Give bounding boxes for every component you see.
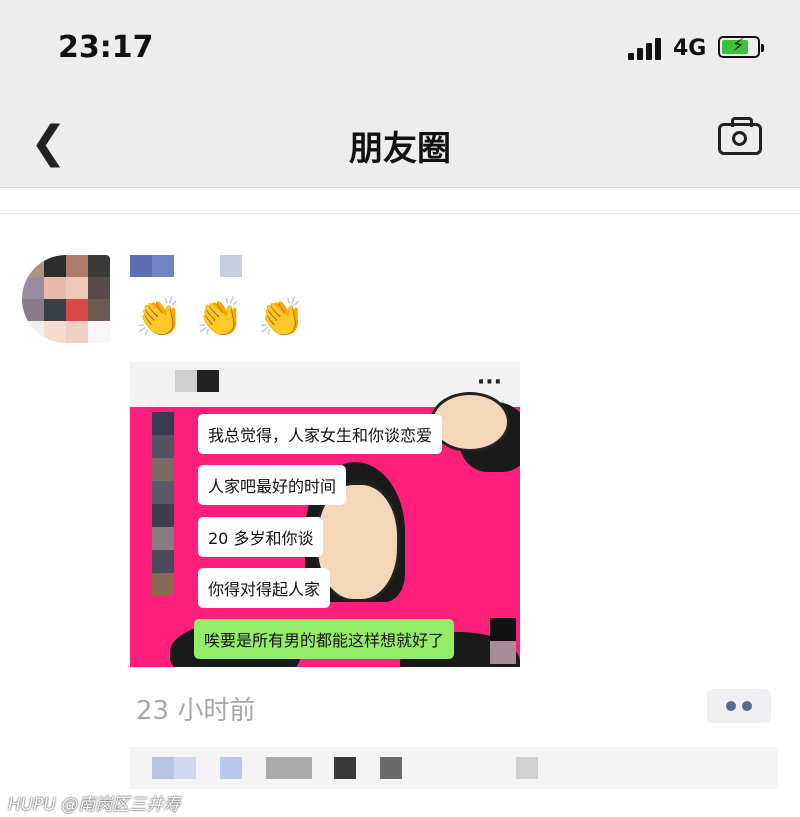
post-image[interactable]: ··· 我总觉得，人家女生和你谈恋爱 人家吧最好的时间 20 多岁和你谈 你得对…: [130, 362, 520, 667]
network-type: 4G: [673, 36, 707, 61]
camera-icon[interactable]: [718, 117, 762, 155]
avatar-blurred: [152, 574, 174, 596]
avatar-strip-blurred: [152, 412, 174, 597]
chat-bubble: 人家吧最好的时间: [198, 465, 347, 505]
status-bar: 23:17 4G ⚡: [0, 0, 800, 95]
status-time: 23:17: [58, 30, 154, 65]
chat-bubble: 我总觉得，人家女生和你谈恋爱: [198, 414, 443, 454]
more-icon: ···: [476, 370, 502, 395]
username-blurred[interactable]: [130, 255, 245, 277]
battery-icon: ⚡: [718, 35, 764, 58]
nav-bar: ❮ 朋友圈: [0, 95, 800, 188]
post-text: 👏👏👏: [135, 295, 319, 339]
signal-icon: [628, 38, 664, 60]
likes-list-blurred: [130, 747, 778, 789]
chat-bubble-self: 唉要是所有男的都能这样想就好了: [194, 619, 455, 659]
page-title: 朋友圈: [349, 129, 451, 169]
chat-bubble: 你得对得起人家: [198, 568, 331, 608]
avatar-blurred: [490, 618, 516, 664]
divider: [0, 213, 800, 214]
post-time: 23 小时前: [136, 696, 256, 726]
chat-bubble: 20 多岁和你谈: [198, 517, 324, 557]
watermark: HUPU @南岗区三井寿: [8, 795, 181, 815]
avatar[interactable]: [22, 255, 110, 343]
more-dots-icon[interactable]: [707, 689, 771, 723]
